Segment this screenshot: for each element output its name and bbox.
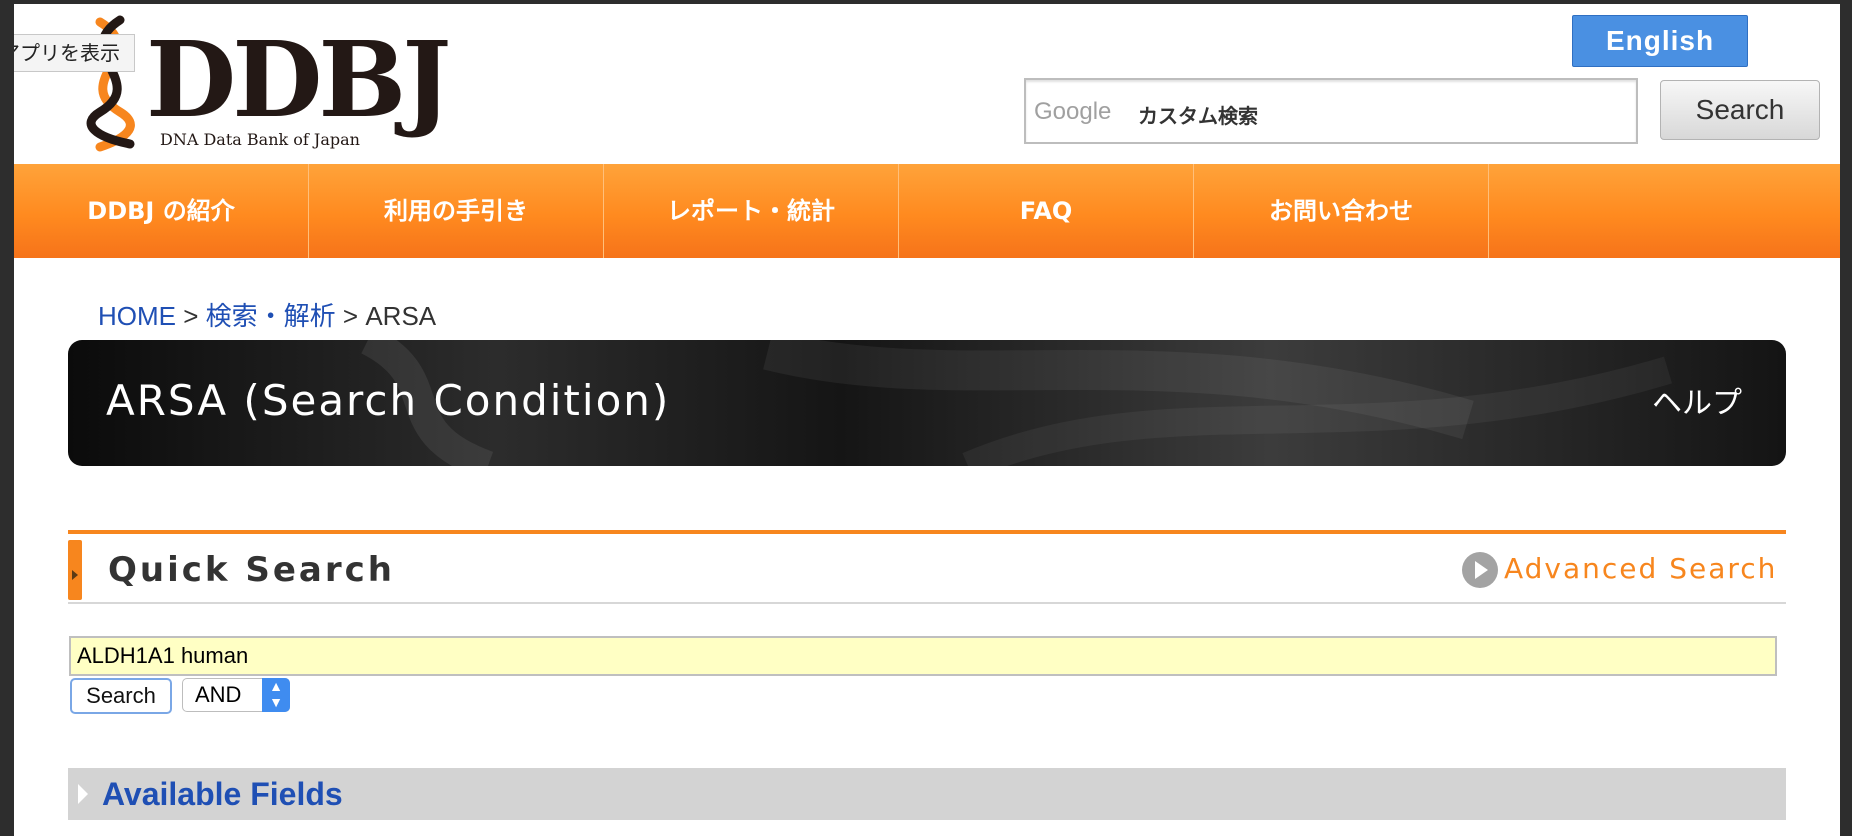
breadcrumb-home-link[interactable]: HOME	[98, 301, 176, 331]
nav-item-faq[interactable]: FAQ	[899, 164, 1194, 258]
nav-item-contact[interactable]: お問い合わせ	[1194, 164, 1489, 258]
expand-triangle-icon	[78, 784, 88, 804]
quick-search-title: Quick Search	[108, 550, 395, 590]
help-link[interactable]: ヘルプ	[1652, 378, 1742, 422]
available-fields-toggle[interactable]: Available Fields	[68, 768, 1786, 820]
play-circle-icon[interactable]	[1462, 552, 1498, 588]
page-banner: ARSA (Search Condition) ヘルプ	[68, 340, 1786, 466]
site-search-button[interactable]: Search	[1660, 80, 1820, 140]
breadcrumb: HOME > 検索・解析 > ARSA	[98, 296, 436, 333]
logo-wordmark: DDBJ	[146, 18, 451, 141]
operator-selected-value: AND	[195, 682, 242, 707]
site-search-placeholder: カスタム検索	[1138, 104, 1258, 128]
advanced-search-link[interactable]: Advanced Search	[1504, 552, 1777, 585]
section-marker-icon	[68, 540, 82, 600]
select-arrows-icon: ▲ ▼	[262, 678, 290, 712]
query-search-button[interactable]: Search	[70, 678, 172, 714]
logo-subtitle: DNA Data Bank of Japan	[160, 130, 360, 149]
breadcrumb-separator: >	[183, 301, 199, 331]
quick-search-header: Quick Search Advanced Search	[68, 530, 1786, 604]
page: アプリを表示 DDBJ DNA Data Bank of Japan Engli…	[14, 4, 1840, 836]
query-input[interactable]: ALDH1A1 human	[69, 636, 1777, 676]
nav-item-guide[interactable]: 利用の手引き	[309, 164, 604, 258]
breadcrumb-separator: >	[342, 301, 359, 331]
nav-item-empty	[1489, 164, 1784, 258]
show-apps-tooltip: アプリを表示	[14, 34, 135, 72]
ddbj-logo[interactable]: DDBJ DNA Data Bank of Japan	[60, 12, 451, 152]
nav-item-about[interactable]: DDBJ の紹介	[14, 164, 309, 258]
english-language-button[interactable]: English	[1572, 15, 1748, 67]
breadcrumb-search-link[interactable]: 検索・解析	[206, 301, 336, 331]
page-title: ARSA (Search Condition)	[106, 376, 671, 425]
google-brand-label: Google	[1034, 98, 1112, 125]
main-nav: DDBJ の紹介 利用の手引き レポート・統計 FAQ お問い合わせ	[14, 164, 1840, 258]
available-fields-title: Available Fields	[102, 776, 343, 812]
breadcrumb-current: ARSA	[365, 301, 437, 331]
nav-item-reports[interactable]: レポート・統計	[604, 164, 899, 258]
operator-select[interactable]: AND ▲ ▼	[182, 678, 290, 712]
site-search-input[interactable]: Google カスタム検索	[1024, 78, 1638, 144]
